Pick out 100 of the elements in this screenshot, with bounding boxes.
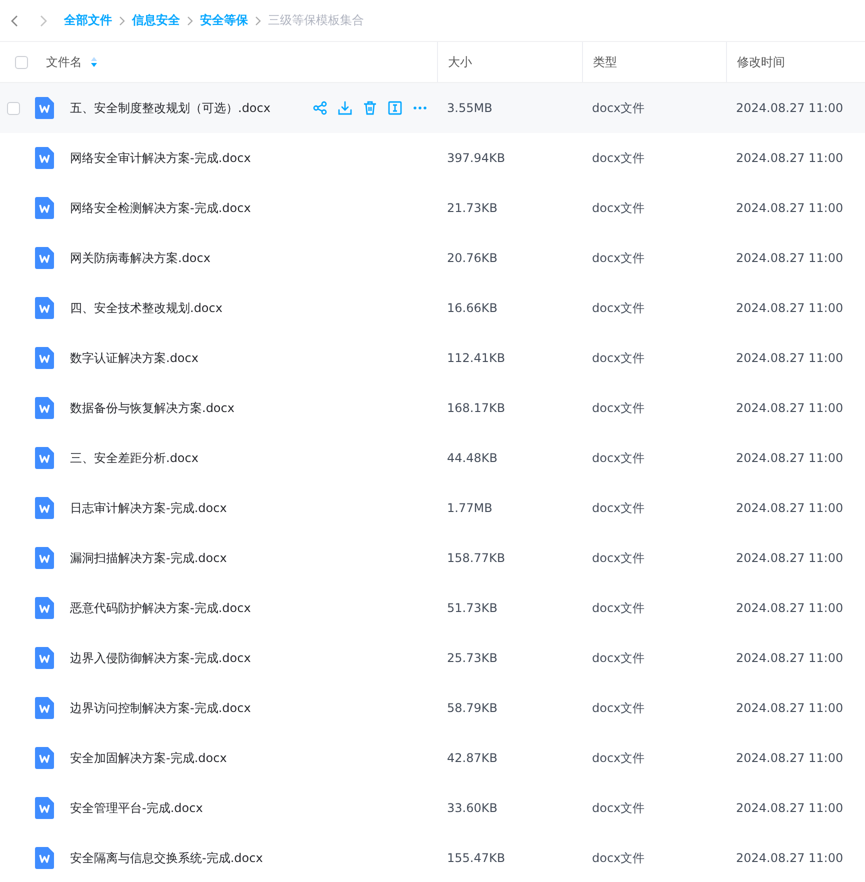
file-type: docx文件 — [592, 700, 645, 716]
file-name[interactable]: 网关防病毒解决方案.docx — [70, 250, 210, 266]
row-checkbox[interactable] — [7, 102, 20, 114]
rename-icon[interactable] — [388, 101, 402, 115]
file-type: docx文件 — [592, 850, 645, 866]
modified-time: 2024.08.27 11:00 — [736, 501, 844, 515]
word-document-icon — [35, 397, 54, 419]
file-name[interactable]: 边界访问控制解决方案-完成.docx — [70, 700, 251, 716]
chevron-icon — [186, 16, 194, 26]
file-size: 20.76KB — [447, 251, 498, 265]
modified-time: 2024.08.27 11:00 — [736, 351, 844, 365]
file-row[interactable]: 网络安全检测解决方案-完成.docx 21.73KB docx文件 2024.08.27 11:00 — [0, 183, 865, 233]
modified-time: 2024.08.27 11:00 — [736, 301, 844, 315]
share-icon[interactable] — [313, 101, 327, 115]
file-name[interactable]: 网络安全检测解决方案-完成.docx — [70, 200, 251, 216]
word-document-icon — [35, 797, 54, 819]
column-header[interactable]: 大小 — [448, 54, 472, 70]
file-type: docx文件 — [592, 800, 645, 816]
file-row[interactable]: 数据备份与恢复解决方案.docx 168.17KB docx文件 2024.08.27 11:00 — [0, 383, 865, 433]
file-name[interactable]: 四、安全技术整改规划.docx — [70, 300, 222, 316]
file-size: 51.73KB — [447, 601, 498, 615]
file-row[interactable]: 四、安全技术整改规划.docx 16.66KB docx文件 2024.08.27 11:00 — [0, 283, 865, 333]
file-row[interactable]: 边界入侵防御解决方案-完成.docx 25.73KB docx文件 2024.08.27 11:00 — [0, 633, 865, 683]
file-row[interactable]: 安全隔离与信息交换系统-完成.docx 155.47KB docx文件 2024.08.27 11:00 — [0, 833, 865, 882]
file-type: docx文件 — [592, 250, 645, 266]
file-size: 1.77MB — [447, 501, 492, 515]
word-document-icon — [35, 547, 54, 569]
file-row[interactable]: 恶意代码防护解决方案-完成.docx 51.73KB docx文件 2024.08.27 11:00 — [0, 583, 865, 633]
chevron-icon — [254, 16, 262, 26]
file-size: 397.94KB — [447, 151, 506, 165]
file-name[interactable]: 日志审计解决方案-完成.docx — [70, 500, 227, 516]
file-name[interactable]: 安全管理平台-完成.docx — [70, 800, 203, 816]
file-size: 33.60KB — [447, 801, 498, 815]
file-type: docx文件 — [592, 400, 645, 416]
file-name[interactable]: 数据备份与恢复解决方案.docx — [70, 400, 234, 416]
word-document-icon — [35, 697, 54, 719]
file-row[interactable]: 安全管理平台-完成.docx 33.60KB docx文件 2024.08.27 11:00 — [0, 783, 865, 833]
file-row[interactable]: 网络安全审计解决方案-完成.docx 397.94KB docx文件 2024.08.27 11:00 — [0, 133, 865, 183]
word-document-icon — [35, 97, 54, 119]
modified-time: 2024.08.27 11:00 — [736, 251, 844, 265]
sort-icon[interactable] — [90, 56, 98, 68]
word-document-icon — [35, 147, 54, 169]
file-type: docx文件 — [592, 500, 645, 516]
file-size: 42.87KB — [447, 751, 498, 765]
file-type: docx文件 — [592, 150, 645, 166]
file-row[interactable]: 三、安全差距分析.docx 44.48KB docx文件 2024.08.27 11:00 — [0, 433, 865, 483]
word-document-icon — [35, 847, 54, 869]
file-name[interactable]: 漏洞扫描解决方案-完成.docx — [70, 550, 227, 566]
word-document-icon — [35, 647, 54, 669]
modified-time: 2024.08.27 11:00 — [736, 751, 844, 765]
file-name[interactable]: 数字认证解决方案.docx — [70, 350, 198, 366]
modified-time: 2024.08.27 11:00 — [736, 551, 844, 565]
file-type: docx文件 — [592, 350, 645, 366]
modified-time: 2024.08.27 11:00 — [736, 201, 844, 215]
word-document-icon — [35, 597, 54, 619]
download-icon[interactable] — [338, 101, 352, 115]
file-name[interactable]: 恶意代码防护解决方案-完成.docx — [70, 600, 251, 616]
modified-time: 2024.08.27 11:00 — [736, 701, 844, 715]
file-size: 155.47KB — [447, 851, 506, 865]
file-row[interactable]: 日志审计解决方案-完成.docx 1.77MB docx文件 2024.08.27 11:00 — [0, 483, 865, 533]
file-size: 58.79KB — [447, 701, 498, 715]
file-size: 44.48KB — [447, 451, 498, 465]
file-row[interactable]: 数字认证解决方案.docx 112.41KB docx文件 2024.08.27 11:00 — [0, 333, 865, 383]
file-name[interactable]: 三、安全差距分析.docx — [70, 450, 198, 466]
file-type: docx文件 — [592, 450, 645, 466]
column-header[interactable]: 类型 — [593, 54, 617, 70]
file-name[interactable]: 五、安全制度整改规划（可选）.docx — [70, 100, 270, 116]
file-type: docx文件 — [592, 300, 645, 316]
file-size: 21.73KB — [447, 201, 498, 215]
file-type: docx文件 — [592, 100, 645, 116]
file-row[interactable]: 网关防病毒解决方案.docx 20.76KB docx文件 2024.08.27 11:00 — [0, 233, 865, 283]
file-row[interactable]: 安全加固解决方案-完成.docx 42.87KB docx文件 2024.08.27 11:00 — [0, 733, 865, 783]
modified-time: 2024.08.27 11:00 — [736, 651, 844, 665]
file-name[interactable]: 网络安全审计解决方案-完成.docx — [70, 150, 251, 166]
file-size: 112.41KB — [447, 351, 506, 365]
file-size: 158.77KB — [447, 551, 506, 565]
file-name[interactable]: 安全加固解决方案-完成.docx — [70, 750, 227, 766]
file-name[interactable]: 安全隔离与信息交换系统-完成.docx — [70, 850, 263, 866]
modified-time: 2024.08.27 11:00 — [736, 101, 844, 115]
file-size: 16.66KB — [447, 301, 498, 315]
file-type: docx文件 — [592, 750, 645, 766]
file-size: 25.73KB — [447, 651, 498, 665]
modified-time: 2024.08.27 11:00 — [736, 451, 844, 465]
modified-time: 2024.08.27 11:00 — [736, 801, 844, 815]
modified-time: 2024.08.27 11:00 — [736, 151, 844, 165]
select-all-checkbox[interactable] — [15, 56, 28, 68]
file-name[interactable]: 边界入侵防御解决方案-完成.docx — [70, 650, 251, 666]
modified-time: 2024.08.27 11:00 — [736, 401, 844, 415]
trash-icon[interactable] — [363, 101, 377, 115]
modified-time: 2024.08.27 11:00 — [736, 601, 844, 615]
column-header[interactable]: 文件名 — [46, 54, 82, 70]
word-document-icon — [35, 347, 54, 369]
file-type: docx文件 — [592, 650, 645, 666]
file-type: docx文件 — [592, 200, 645, 216]
file-row[interactable]: 边界访问控制解决方案-完成.docx 58.79KB docx文件 2024.08.27 11:00 — [0, 683, 865, 733]
file-type: docx文件 — [592, 550, 645, 566]
column-header[interactable]: 修改时间 — [737, 54, 785, 70]
file-row[interactable]: 五、安全制度整改规划（可选）.docx 3.55MB docx文件 2024.08.27 11:00 — [0, 83, 865, 133]
file-row[interactable]: 漏洞扫描解决方案-完成.docx 158.77KB docx文件 2024.08.27 11:00 — [0, 533, 865, 583]
word-document-icon — [35, 247, 54, 269]
